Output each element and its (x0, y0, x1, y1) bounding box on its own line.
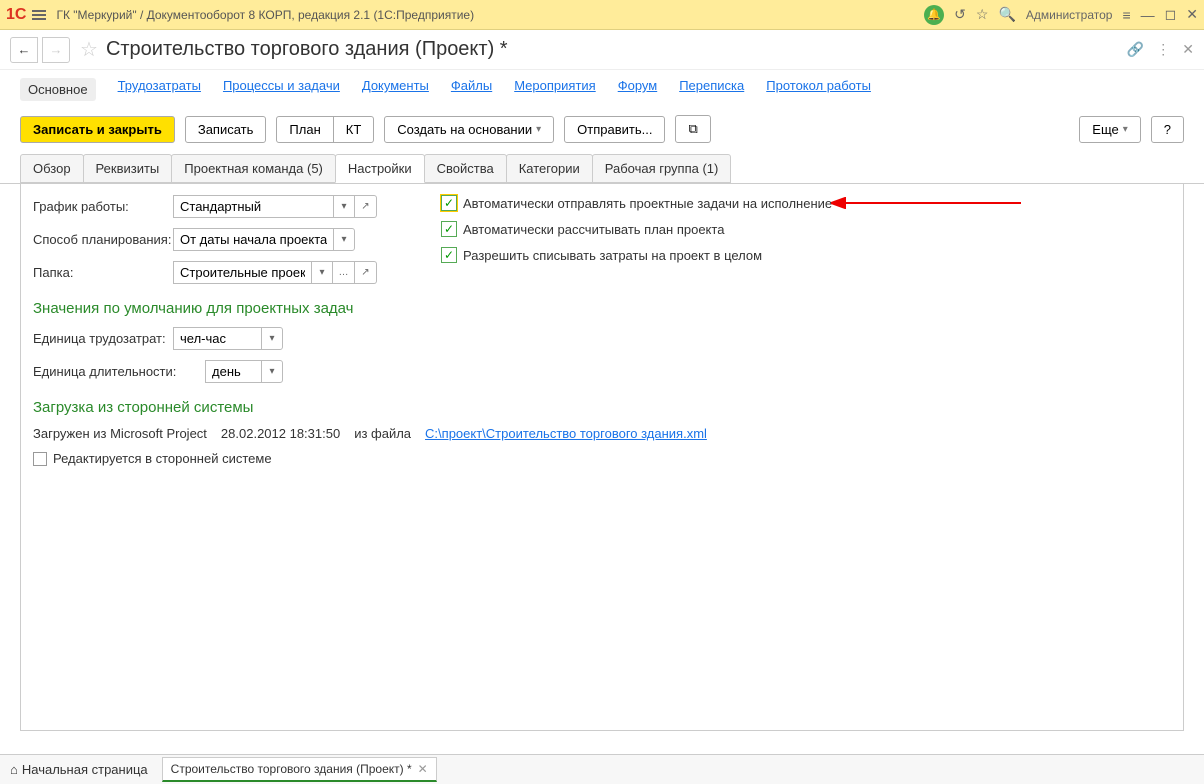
star-icon[interactable]: ☆ (976, 6, 989, 23)
tab-team[interactable]: Проектная команда (5) (171, 154, 336, 183)
create-based-button[interactable]: Создать на основании (384, 116, 554, 143)
unchecked-box-icon (33, 452, 47, 466)
external-heading: Загрузка из сторонней системы (33, 399, 1171, 416)
planning-dropdown-icon[interactable]: ▾ (333, 228, 355, 251)
save-button[interactable]: Записать (185, 116, 267, 143)
folder-dropdown-icon[interactable]: ▾ (311, 261, 333, 284)
send-button[interactable]: Отправить... (564, 116, 665, 143)
nav-forward-button[interactable]: → (42, 37, 70, 63)
checkmark-icon: ✓ (441, 221, 457, 237)
edit-external-label: Редактируется в сторонней системе (53, 451, 272, 466)
loaded-from-label: Загружен из Microsoft Project (33, 426, 207, 441)
checkbox-auto-calc-label: Автоматически рассчитывать план проекта (463, 222, 724, 237)
menu-lines-icon[interactable]: ≡ (1122, 7, 1130, 23)
defaults-heading: Значения по умолчанию для проектных зада… (33, 300, 1171, 317)
search-icon[interactable]: 🔍 (998, 6, 1015, 23)
bottom-tab-project[interactable]: Строительство торгового здания (Проект) … (162, 757, 437, 782)
checkmark-icon: ✓ (441, 195, 457, 211)
section-correspondence[interactable]: Переписка (679, 78, 744, 101)
link-icon[interactable]: 🔗 (1127, 41, 1144, 58)
tab-categories[interactable]: Категории (506, 154, 593, 183)
tab-workgroup[interactable]: Рабочая группа (1) (592, 154, 732, 183)
help-button[interactable]: ? (1151, 116, 1184, 143)
planning-input[interactable] (173, 228, 333, 251)
file-link[interactable]: C:\проект\Строительство торгового здания… (425, 426, 707, 441)
toolbar: Записать и закрыть Записать План КТ Созд… (0, 109, 1204, 153)
bottom-taskbar: ⌂ Начальная страница Строительство торго… (0, 754, 1204, 784)
section-documents[interactable]: Документы (362, 78, 429, 101)
section-processes[interactable]: Процессы и задачи (223, 78, 340, 101)
checkbox-allow-write-label: Разрешить списывать затраты на проект в … (463, 248, 762, 263)
notification-icon[interactable]: 🔔 (924, 5, 944, 25)
tab-settings[interactable]: Настройки (335, 154, 425, 183)
section-forum[interactable]: Форум (618, 78, 658, 101)
page-title: Строительство торгового здания (Проект) … (106, 38, 1127, 61)
minimize-icon[interactable]: — (1141, 7, 1155, 23)
copy-link-button[interactable]: ⧉ (675, 115, 710, 143)
folder-ellipsis-icon[interactable]: … (333, 261, 355, 284)
kt-button[interactable]: КТ (334, 116, 375, 143)
checkbox-auto-send[interactable]: ✓ Автоматически отправлять проектные зад… (441, 195, 832, 211)
schedule-open-icon[interactable]: ↗ (355, 195, 377, 218)
favorite-star-icon[interactable]: ☆ (80, 37, 98, 62)
annotation-arrow-icon (831, 197, 1021, 209)
checkbox-auto-send-label: Автоматически отправлять проектные задач… (463, 196, 832, 211)
section-protocol[interactable]: Протокол работы (766, 78, 871, 101)
loaded-date: 28.02.2012 18:31:50 (221, 426, 340, 441)
schedule-label: График работы: (33, 199, 173, 214)
tab-requisites[interactable]: Реквизиты (83, 154, 173, 183)
user-label[interactable]: Администратор (1026, 8, 1113, 22)
tabs: Обзор Реквизиты Проектная команда (5) На… (0, 154, 1204, 184)
close-window-icon[interactable]: ✕ (1186, 6, 1198, 23)
save-close-button[interactable]: Записать и закрыть (20, 116, 175, 143)
from-file-label: из файла (354, 426, 411, 441)
nav-back-button[interactable]: ← (10, 37, 38, 63)
tab-overview[interactable]: Обзор (20, 154, 84, 183)
plan-button[interactable]: План (276, 116, 333, 143)
maximize-icon[interactable]: ◻ (1165, 6, 1177, 23)
labor-unit-dropdown-icon[interactable]: ▾ (261, 327, 283, 350)
tab-content: График работы: ▾ ↗ Способ планирования: … (20, 183, 1184, 731)
more-button[interactable]: Еще (1079, 116, 1140, 143)
duration-unit-input[interactable] (205, 360, 261, 383)
section-main[interactable]: Основное (20, 78, 96, 101)
section-labor[interactable]: Трудозатраты (118, 78, 201, 101)
history-icon[interactable]: ↺ (954, 6, 966, 23)
home-tab[interactable]: ⌂ Начальная страница (10, 762, 148, 777)
checkbox-allow-write[interactable]: ✓ Разрешить списывать затраты на проект … (441, 247, 832, 263)
section-files[interactable]: Файлы (451, 78, 492, 101)
close-tab-icon[interactable]: ✕ (1182, 41, 1194, 58)
app-title: ГК "Меркурий" / Документооборот 8 КОРП, … (56, 8, 924, 22)
checkbox-edit-external[interactable]: Редактируется в сторонней системе (33, 451, 1171, 466)
more-vertical-icon[interactable]: ⋮ (1156, 41, 1170, 58)
schedule-dropdown-icon[interactable]: ▾ (333, 195, 355, 218)
nav-row: ← → ☆ Строительство торгового здания (Пр… (0, 30, 1204, 70)
hamburger-icon[interactable] (32, 8, 46, 22)
checkbox-auto-calc[interactable]: ✓ Автоматически рассчитывать план проект… (441, 221, 832, 237)
labor-unit-label: Единица трудозатрат: (33, 331, 173, 346)
folder-input[interactable] (173, 261, 311, 284)
checkmark-icon: ✓ (441, 247, 457, 263)
folder-label: Папка: (33, 265, 173, 280)
close-icon[interactable]: ✕ (418, 762, 428, 776)
section-events[interactable]: Мероприятия (514, 78, 596, 101)
schedule-input[interactable] (173, 195, 333, 218)
duration-unit-label: Единица длительности: (33, 364, 205, 379)
folder-open-icon[interactable]: ↗ (355, 261, 377, 284)
labor-unit-input[interactable] (173, 327, 261, 350)
title-bar: 1C ГК "Меркурий" / Документооборот 8 КОР… (0, 0, 1204, 30)
tab-properties[interactable]: Свойства (424, 154, 507, 183)
section-nav: Основное Трудозатраты Процессы и задачи … (0, 70, 1204, 109)
duration-unit-dropdown-icon[interactable]: ▾ (261, 360, 283, 383)
logo-1c: 1C (6, 6, 26, 24)
home-icon: ⌂ (10, 762, 18, 777)
planning-label: Способ планирования: (33, 232, 173, 247)
